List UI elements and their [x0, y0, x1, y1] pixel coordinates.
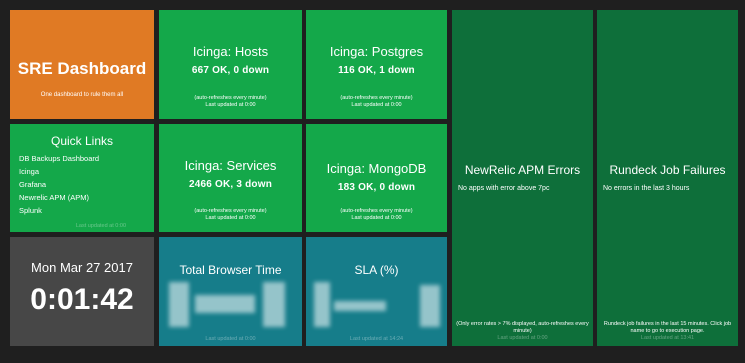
dashboard-title: SRE Dashboard [17, 59, 147, 78]
tile-title: Icinga: Hosts [192, 44, 269, 59]
last-updated: Last updated at 0:00 [351, 215, 402, 221]
graph-bar [420, 285, 440, 327]
refresh-note: (auto-refreshes every minute) [340, 95, 413, 101]
tile-footer: Rundeck job failures in the last 15 minu… [601, 321, 734, 342]
last-updated: Last updated at 0:00 [497, 335, 548, 341]
tile-status: 116 OK, 1 down [338, 65, 415, 76]
tile-message: No apps with error above 7pc [458, 185, 550, 192]
newrelic-apm-tile[interactable]: NewRelic APM Errors No apps with error a… [452, 10, 593, 346]
refresh-note: (auto-refreshes every minute) [194, 95, 267, 101]
tile-footer: (Only error rates > 7% displayed, auto-r… [456, 321, 589, 342]
tile-title: Icinga: MongoDB [326, 161, 427, 176]
browser-time-tile[interactable]: Total Browser Time Last updated at 0:00 [159, 237, 302, 346]
last-updated: Last updated at 0:00 [75, 223, 126, 229]
link-splunk[interactable]: Splunk [19, 204, 154, 217]
tile-message: No errors in the last 3 hours [603, 185, 690, 192]
icinga-hosts-tile[interactable]: Icinga: Hosts 667 OK, 0 down (auto-refre… [159, 10, 302, 119]
graph-bar [334, 301, 386, 311]
refresh-note: (auto-refreshes every minute) [194, 208, 267, 214]
error-rate-note: (Only error rates > 7% displayed, auto-r… [456, 321, 589, 334]
icinga-services-tile[interactable]: Icinga: Services 2466 OK, 3 down (auto-r… [159, 124, 302, 232]
tile-title: NewRelic APM Errors [464, 163, 581, 177]
last-updated: Last updated at 14:24 [349, 336, 404, 342]
sla-tile[interactable]: SLA (%) Last updated at 14:24 [306, 237, 447, 346]
tile-title: Icinga: Services [184, 158, 277, 173]
graph-bar [314, 282, 330, 327]
quick-links-tile: Quick Links DB Backups Dashboard Icinga … [10, 124, 154, 232]
link-icinga[interactable]: Icinga [19, 165, 154, 178]
rundeck-failures-tile[interactable]: Rundeck Job Failures No errors in the la… [597, 10, 738, 346]
tile-footer: (auto-refreshes every minute) Last updat… [159, 95, 302, 109]
tile-footer: (auto-refreshes every minute) Last updat… [159, 208, 302, 222]
tile-status: 667 OK, 0 down [191, 65, 270, 76]
dashboard-subtitle: One dashboard to rule them all [40, 92, 124, 98]
graph-bar [195, 295, 255, 313]
header-tile: SRE Dashboard One dashboard to rule them… [10, 10, 154, 119]
link-newrelic-apm[interactable]: Newrelic APM (APM) [19, 191, 154, 204]
tile-title: Icinga: Postgres [329, 44, 424, 59]
graph-bar [169, 282, 189, 327]
rundeck-note: Rundeck job failures in the last 15 minu… [603, 321, 732, 334]
tile-title: Rundeck Job Failures [609, 163, 726, 177]
clock-tile: Mon Mar 27 2017 0:01:42 [10, 237, 154, 346]
tile-title: SLA (%) [354, 263, 399, 277]
graph-bar [263, 282, 285, 327]
icinga-mongodb-tile[interactable]: Icinga: MongoDB 183 OK, 0 down (auto-ref… [306, 124, 447, 232]
link-db-backups[interactable]: DB Backups Dashboard [19, 152, 154, 165]
icinga-postgres-tile[interactable]: Icinga: Postgres 116 OK, 1 down (auto-re… [306, 10, 447, 119]
tile-status: 183 OK, 0 down [337, 182, 416, 193]
last-updated: Last updated at 0:00 [351, 102, 402, 108]
quick-links-title: Quick Links [50, 134, 114, 148]
tile-footer: (auto-refreshes every minute) Last updat… [306, 208, 447, 222]
clock-time: 0:01:42 [30, 283, 134, 316]
tile-footer: (auto-refreshes every minute) Last updat… [306, 95, 447, 109]
clock-date: Mon Mar 27 2017 [31, 260, 133, 275]
refresh-note: (auto-refreshes every minute) [340, 208, 413, 214]
tile-status: 2466 OK, 3 down [188, 179, 273, 190]
link-grafana[interactable]: Grafana [19, 178, 154, 191]
quick-links-list: DB Backups Dashboard Icinga Grafana Newr… [19, 152, 154, 217]
last-updated: Last updated at 0:00 [205, 336, 256, 342]
tile-title: Total Browser Time [179, 263, 282, 277]
last-updated: Last updated at 13:41 [640, 335, 695, 341]
last-updated: Last updated at 0:00 [205, 215, 256, 221]
last-updated: Last updated at 0:00 [205, 102, 256, 108]
